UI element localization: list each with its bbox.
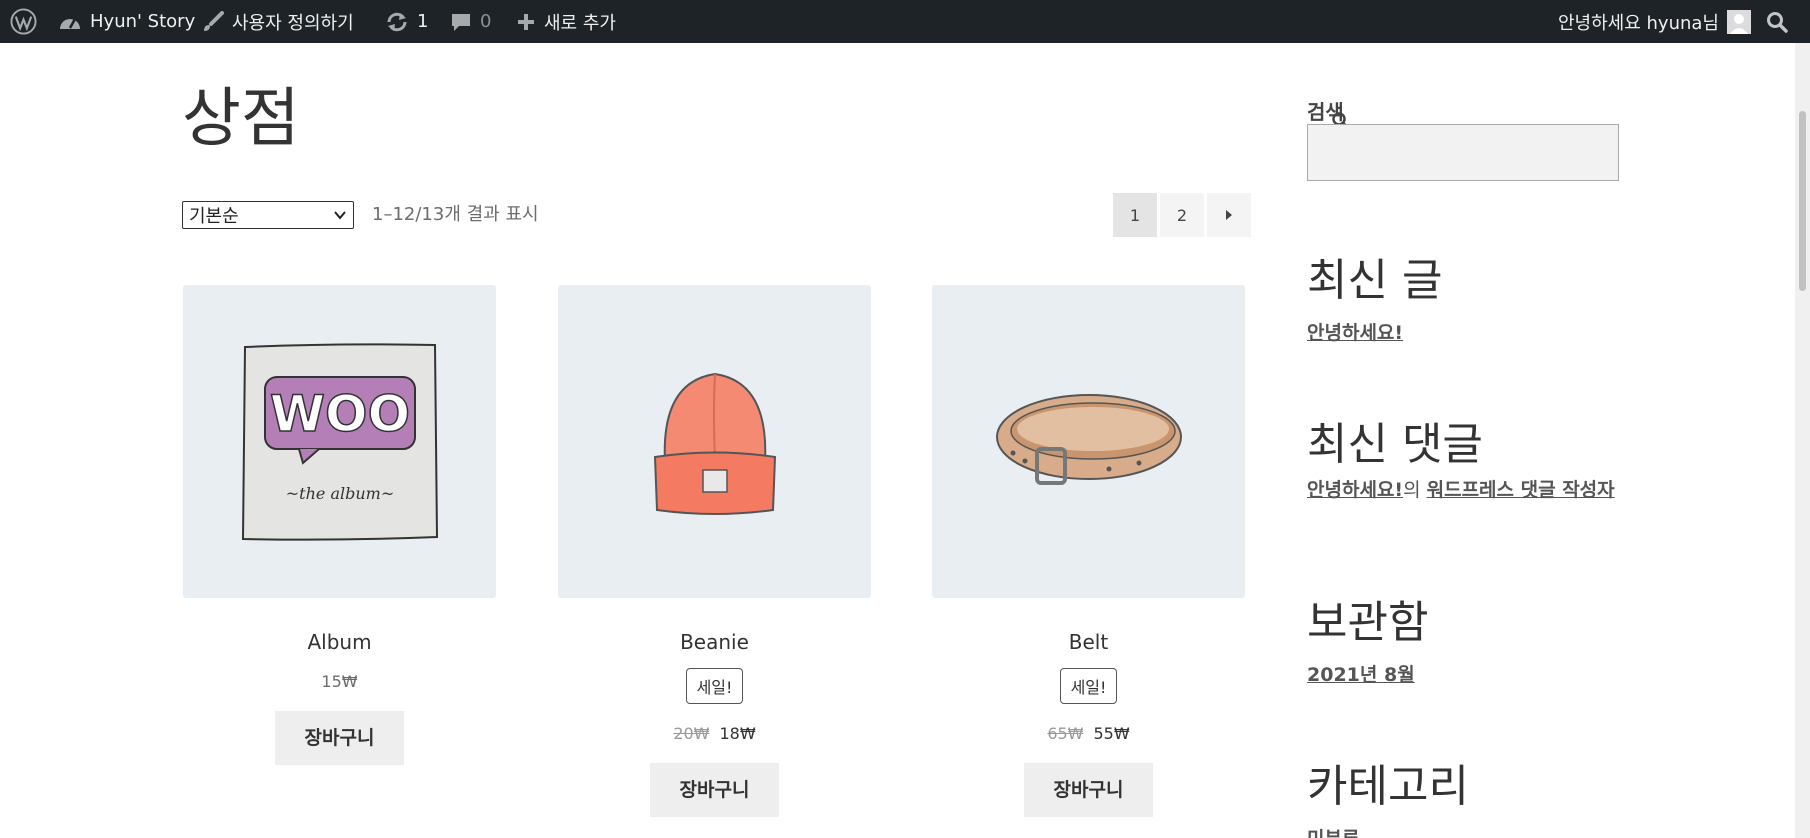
product-card: WOO ~the album~ Album 15₩ 장바구니 (183, 285, 496, 765)
product-card: Beanie 세일! 20₩ 18₩ 장바구니 (558, 285, 871, 817)
plus-icon (518, 13, 534, 30)
admin-bar: Hyun' Story 사용자 정의하기 1 0 새로 추가 안녕하세요 hyu… (0, 0, 1810, 43)
add-to-cart-button[interactable]: 장바구니 (1024, 763, 1153, 817)
wordpress-logo-icon[interactable] (10, 0, 37, 43)
product-image[interactable] (558, 285, 871, 598)
recent-comment-item: 안녕하세요!의 워드프레스 댓글 작성자 (1307, 480, 1619, 501)
comment-icon (452, 13, 470, 31)
customize-label: 사용자 정의하기 (232, 12, 354, 34)
greeting-text: 안녕하세요 hyuna님 (1558, 12, 1719, 34)
old-price: 20₩ (673, 724, 710, 743)
recent-comments-heading: 최신 댓글 (1307, 419, 1483, 470)
new-content-label: 새로 추가 (544, 12, 616, 34)
sale-price: 55₩ (1093, 724, 1130, 743)
product-image[interactable]: WOO ~the album~ (183, 285, 496, 598)
archive-link[interactable]: 2021년 8월 (1307, 660, 1415, 687)
product-price: 15₩ (321, 672, 358, 691)
comment-author-link[interactable]: 워드프레스 댓글 작성자 (1427, 479, 1615, 501)
updates-count: 1 (417, 11, 429, 32)
customize-menu[interactable]: 사용자 정의하기 (202, 0, 354, 43)
search-icon[interactable] (1766, 0, 1788, 43)
page-2-link[interactable]: 2 (1160, 193, 1204, 237)
product-price: 20₩ 18₩ (558, 724, 871, 743)
sale-badge: 세일! (1059, 668, 1118, 704)
page-scrollbar[interactable] (1795, 43, 1810, 838)
product-image[interactable] (932, 285, 1245, 598)
comments-count: 0 (480, 11, 492, 32)
orderby-selected: 기본순 (189, 206, 239, 227)
page-title: 상점 (182, 82, 300, 156)
dashboard-icon (60, 17, 80, 29)
svg-text:WOO: WOO (269, 385, 409, 443)
archives-heading: 보관함 (1307, 597, 1429, 648)
product-card: Belt 세일! 65₩ 55₩ 장바구니 (932, 285, 1245, 817)
belt-image (995, 393, 1182, 485)
product-name[interactable]: Album (183, 630, 496, 654)
paintbrush-icon (204, 10, 224, 31)
site-name: Hyun' Story (90, 11, 196, 32)
recent-posts-heading: 최신 글 (1307, 255, 1443, 306)
add-to-cart-button[interactable]: 장바구니 (275, 711, 404, 765)
next-page-button[interactable] (1207, 193, 1251, 237)
album-cover-image: WOO ~the album~ (241, 342, 438, 541)
updates-menu[interactable]: 1 (385, 0, 428, 43)
next-arrow-icon (1226, 210, 1232, 220)
pagination: 1 2 (1113, 193, 1251, 237)
site-name-menu[interactable]: Hyun' Story (58, 0, 195, 43)
search-input[interactable] (1307, 124, 1619, 181)
recent-post-link[interactable]: 안녕하세요! (1307, 318, 1403, 345)
comments-menu[interactable]: 0 (450, 0, 491, 43)
categories-heading: 카테고리 (1307, 761, 1469, 812)
scrollbar-thumb[interactable] (1799, 111, 1806, 291)
beanie-image (653, 372, 776, 515)
result-count: 1–12/13개 결과 표시 (372, 204, 539, 225)
sale-price: 18₩ (719, 724, 756, 743)
comment-connector: 의 (1403, 479, 1421, 501)
category-link[interactable]: 미분류 (1307, 824, 1359, 838)
product-name[interactable]: Beanie (558, 630, 871, 654)
comment-post-link[interactable]: 안녕하세요! (1307, 479, 1403, 501)
add-to-cart-button[interactable]: 장바구니 (650, 763, 779, 817)
orderby-select[interactable]: 기본순 (182, 201, 354, 229)
product-name[interactable]: Belt (932, 630, 1245, 654)
sale-badge: 세일! (685, 668, 744, 704)
page-1-current: 1 (1113, 193, 1157, 237)
updates-icon (387, 12, 407, 31)
my-account-menu[interactable]: 안녕하세요 hyuna님 (1558, 0, 1751, 43)
product-price: 65₩ 55₩ (932, 724, 1245, 743)
new-content-menu[interactable]: 새로 추가 (516, 0, 616, 43)
svg-text:~the album~: ~the album~ (285, 484, 393, 503)
old-price: 65₩ (1047, 724, 1084, 743)
chevron-down-icon (334, 211, 346, 220)
avatar (1727, 9, 1751, 34)
